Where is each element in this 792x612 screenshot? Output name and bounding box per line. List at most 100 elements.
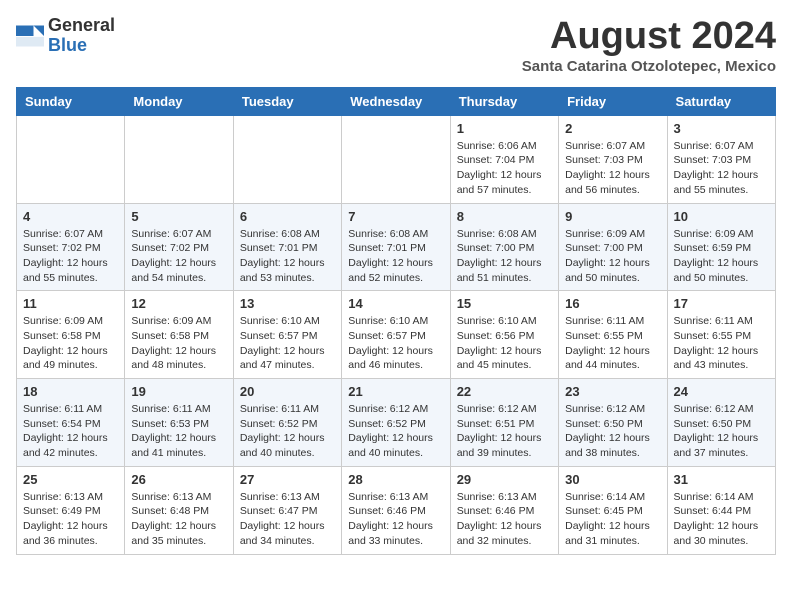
day-number: 31 <box>674 472 769 487</box>
title-area: August 2024 Santa Catarina Otzolotepec, … <box>522 16 776 75</box>
day-info: Sunrise: 6:13 AMSunset: 6:46 PMDaylight:… <box>348 490 443 549</box>
calendar-cell: 24 Sunrise: 6:12 AMSunset: 6:50 PMDayligh… <box>667 379 775 467</box>
day-info: Sunrise: 6:06 AMSunset: 7:04 PMDaylight:… <box>457 139 552 198</box>
calendar-cell: 2Sunrise: 6:07 AMSunset: 7:03 PMDaylight… <box>559 115 667 203</box>
calendar-cell: 12 Sunrise: 6:09 AMSunset: 6:58 PMDayligh… <box>125 291 233 379</box>
weekday-header-row: SundayMondayTuesdayWednesdayThursdayFrid… <box>17 87 776 115</box>
week-row-1: 1Sunrise: 6:06 AMSunset: 7:04 PMDaylight… <box>17 115 776 203</box>
day-info: Sunrise: 6:14 AMSunset: 6:45 PMDaylight:… <box>565 490 660 549</box>
day-number: 12 <box>131 296 226 311</box>
calendar-cell: 1Sunrise: 6:06 AMSunset: 7:04 PMDaylight… <box>450 115 558 203</box>
day-info: Sunrise: 6:10 AMSunset: 6:57 PMDaylight:… <box>240 314 335 373</box>
calendar-cell: 9Sunrise: 6:09 AMSunset: 7:00 PMDaylight… <box>559 203 667 291</box>
day-number: 15 <box>457 296 552 311</box>
day-number: 14 <box>348 296 443 311</box>
logo-text: General Blue <box>48 16 115 56</box>
day-number: 10 <box>674 209 769 224</box>
day-number: 17 <box>674 296 769 311</box>
calendar-cell: 30 Sunrise: 6:14 AMSunset: 6:45 PMDayligh… <box>559 466 667 554</box>
day-number: 21 <box>348 384 443 399</box>
day-number: 8 <box>457 209 552 224</box>
calendar-cell: 25 Sunrise: 6:13 AMSunset: 6:49 PMDayligh… <box>17 466 125 554</box>
calendar-cell: 3Sunrise: 6:07 AMSunset: 7:03 PMDaylight… <box>667 115 775 203</box>
calendar-cell: 15 Sunrise: 6:10 AMSunset: 6:56 PMDayligh… <box>450 291 558 379</box>
calendar-body: 1Sunrise: 6:06 AMSunset: 7:04 PMDaylight… <box>17 115 776 554</box>
calendar-cell: 27 Sunrise: 6:13 AMSunset: 6:47 PMDayligh… <box>233 466 341 554</box>
calendar-cell <box>17 115 125 203</box>
day-number: 7 <box>348 209 443 224</box>
day-number: 18 <box>23 384 118 399</box>
calendar-cell: 14Sunrise: 6:10 AMSunset: 6:57 PMDayligh… <box>342 291 450 379</box>
day-info: Sunrise: 6:12 AMSunset: 6:51 PMDaylight:… <box>457 402 552 461</box>
calendar-cell: 10 Sunrise: 6:09 AMSunset: 6:59 PMDayligh… <box>667 203 775 291</box>
day-info: Sunrise: 6:12 AMSunset: 6:50 PMDaylight:… <box>674 402 769 461</box>
day-info: Sunrise: 6:09 AMSunset: 6:58 PMDaylight:… <box>23 314 118 373</box>
week-row-5: 25 Sunrise: 6:13 AMSunset: 6:49 PMDayligh… <box>17 466 776 554</box>
calendar-cell: 28Sunrise: 6:13 AMSunset: 6:46 PMDayligh… <box>342 466 450 554</box>
day-number: 6 <box>240 209 335 224</box>
day-number: 5 <box>131 209 226 224</box>
day-info: Sunrise: 6:08 AMSunset: 7:01 PMDaylight:… <box>348 227 443 286</box>
day-info: Sunrise: 6:08 AMSunset: 7:00 PMDaylight:… <box>457 227 552 286</box>
day-info: Sunrise: 6:09 AMSunset: 6:58 PMDaylight:… <box>131 314 226 373</box>
calendar-cell: 16 Sunrise: 6:11 AMSunset: 6:55 PMDayligh… <box>559 291 667 379</box>
weekday-header-saturday: Saturday <box>667 87 775 115</box>
calendar-cell: 17Sunrise: 6:11 AMSunset: 6:55 PMDayligh… <box>667 291 775 379</box>
day-info: Sunrise: 6:07 AMSunset: 7:02 PMDaylight:… <box>131 227 226 286</box>
weekday-header-thursday: Thursday <box>450 87 558 115</box>
day-info: Sunrise: 6:11 AMSunset: 6:53 PMDaylight:… <box>131 402 226 461</box>
location-title: Santa Catarina Otzolotepec, Mexico <box>522 58 776 75</box>
calendar-cell: 7 Sunrise: 6:08 AMSunset: 7:01 PMDaylight… <box>342 203 450 291</box>
day-number: 23 <box>565 384 660 399</box>
weekday-header-wednesday: Wednesday <box>342 87 450 115</box>
day-number: 9 <box>565 209 660 224</box>
day-number: 16 <box>565 296 660 311</box>
day-number: 13 <box>240 296 335 311</box>
calendar-cell: 4Sunrise: 6:07 AMSunset: 7:02 PMDaylight… <box>17 203 125 291</box>
calendar-cell: 6 Sunrise: 6:08 AMSunset: 7:01 PMDaylight… <box>233 203 341 291</box>
day-info: Sunrise: 6:13 AMSunset: 6:49 PMDaylight:… <box>23 490 118 549</box>
calendar-cell: 8 Sunrise: 6:08 AMSunset: 7:00 PMDaylight… <box>450 203 558 291</box>
day-number: 26 <box>131 472 226 487</box>
day-number: 24 <box>674 384 769 399</box>
day-number: 20 <box>240 384 335 399</box>
day-number: 3 <box>674 121 769 136</box>
day-info: Sunrise: 6:10 AMSunset: 6:56 PMDaylight:… <box>457 314 552 373</box>
day-number: 19 <box>131 384 226 399</box>
calendar-cell: 31Sunrise: 6:14 AMSunset: 6:44 PMDayligh… <box>667 466 775 554</box>
day-info: Sunrise: 6:09 AMSunset: 6:59 PMDaylight:… <box>674 227 769 286</box>
day-number: 29 <box>457 472 552 487</box>
day-number: 27 <box>240 472 335 487</box>
day-info: Sunrise: 6:13 AMSunset: 6:47 PMDaylight:… <box>240 490 335 549</box>
day-info: Sunrise: 6:13 AMSunset: 6:46 PMDaylight:… <box>457 490 552 549</box>
calendar-cell: 22 Sunrise: 6:12 AMSunset: 6:51 PMDayligh… <box>450 379 558 467</box>
calendar-cell: 11 Sunrise: 6:09 AMSunset: 6:58 PMDayligh… <box>17 291 125 379</box>
day-number: 11 <box>23 296 118 311</box>
day-info: Sunrise: 6:11 AMSunset: 6:55 PMDaylight:… <box>565 314 660 373</box>
calendar-cell: 13 Sunrise: 6:10 AMSunset: 6:57 PMDayligh… <box>233 291 341 379</box>
weekday-header-monday: Monday <box>125 87 233 115</box>
day-info: Sunrise: 6:08 AMSunset: 7:01 PMDaylight:… <box>240 227 335 286</box>
day-number: 4 <box>23 209 118 224</box>
day-info: Sunrise: 6:11 AMSunset: 6:52 PMDaylight:… <box>240 402 335 461</box>
logo-icon <box>16 22 44 50</box>
weekday-header-friday: Friday <box>559 87 667 115</box>
day-info: Sunrise: 6:07 AMSunset: 7:03 PMDaylight:… <box>565 139 660 198</box>
page-header: General Blue August 2024 Santa Catarina … <box>16 16 776 75</box>
calendar-cell: 5 Sunrise: 6:07 AMSunset: 7:02 PMDaylight… <box>125 203 233 291</box>
logo-line1: General <box>48 16 115 36</box>
day-number: 25 <box>23 472 118 487</box>
day-info: Sunrise: 6:12 AMSunset: 6:50 PMDaylight:… <box>565 402 660 461</box>
day-info: Sunrise: 6:12 AMSunset: 6:52 PMDaylight:… <box>348 402 443 461</box>
calendar-cell: 18Sunrise: 6:11 AMSunset: 6:54 PMDayligh… <box>17 379 125 467</box>
day-number: 30 <box>565 472 660 487</box>
calendar-cell: 20 Sunrise: 6:11 AMSunset: 6:52 PMDayligh… <box>233 379 341 467</box>
calendar-cell: 23 Sunrise: 6:12 AMSunset: 6:50 PMDayligh… <box>559 379 667 467</box>
calendar-cell: 29 Sunrise: 6:13 AMSunset: 6:46 PMDayligh… <box>450 466 558 554</box>
calendar: SundayMondayTuesdayWednesdayThursdayFrid… <box>16 87 776 555</box>
calendar-cell <box>125 115 233 203</box>
day-number: 22 <box>457 384 552 399</box>
week-row-2: 4 Sunrise: 6:07 AMSunset: 7:02 PMDaylight… <box>17 203 776 291</box>
calendar-cell: 21 Sunrise: 6:12 AMSunset: 6:52 PMDayligh… <box>342 379 450 467</box>
calendar-cell <box>233 115 341 203</box>
